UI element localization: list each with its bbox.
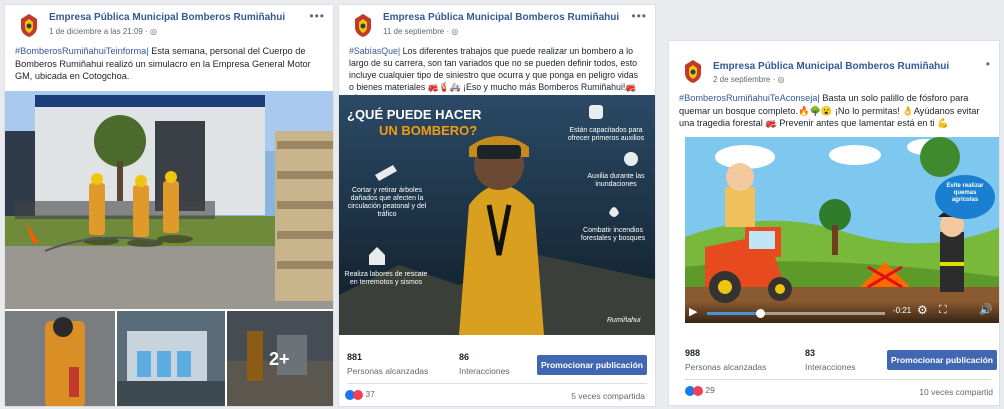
- video-time: -0:21: [893, 306, 912, 315]
- page-name[interactable]: Empresa Pública Municipal Bomberos Rumiñ…: [383, 12, 619, 23]
- video-progress-fill: [707, 312, 761, 315]
- more-options-icon[interactable]: •: [986, 57, 991, 71]
- post-date[interactable]: 2 de septiembre · ◎: [713, 75, 784, 84]
- divider: [685, 379, 991, 380]
- video-player[interactable]: Evite realizar quemas agrícolas ▶ -0:21 …: [685, 137, 999, 323]
- shares-count[interactable]: 10 veces compartid: [919, 387, 993, 397]
- interactions-count: 83: [805, 348, 816, 358]
- volume-icon[interactable]: 🔊: [979, 303, 993, 316]
- post-text: #BomberosRumiñahuiTeAconseja| Basta un s…: [679, 93, 980, 128]
- settings-gear-icon[interactable]: ⚙: [917, 303, 928, 317]
- more-options-icon[interactable]: •••: [631, 9, 647, 23]
- infographic-item-fires: Combatir incendios forestales y bosques: [580, 227, 646, 242]
- love-reaction-icon: [693, 385, 703, 396]
- more-photos-count[interactable]: 2+: [269, 349, 290, 370]
- post-photo-thumb-3[interactable]: 2+: [227, 311, 333, 406]
- post-date[interactable]: 1 de diciembre a las 21:09 · ◎: [49, 27, 157, 36]
- hashtag-link[interactable]: #SabíasQue|: [349, 46, 400, 56]
- video-progress-handle[interactable]: [756, 309, 766, 318]
- post-card-te-aconseja: Empresa Pública Municipal Bomberos Rumiñ…: [668, 40, 1000, 406]
- hashtag-link[interactable]: #BomberosRumiñahuiTeAconseja|: [679, 93, 820, 103]
- shares-count[interactable]: 5 veces compartida: [571, 391, 645, 401]
- reactions-summary[interactable]: 29: [685, 385, 715, 396]
- globe-icon: ◎: [451, 27, 459, 36]
- post-header: Empresa Pública Municipal Bomberos Rumiñ…: [5, 5, 333, 45]
- infographic-title-1: ¿QUÉ PUEDE HACER: [347, 107, 482, 122]
- infographic-item-rescue: Realiza labores de rescate en terremotos…: [344, 271, 428, 286]
- post-photo-thumb-1[interactable]: [5, 311, 115, 406]
- interactions-label: Interacciones: [459, 366, 510, 376]
- more-options-icon[interactable]: •••: [309, 9, 325, 23]
- globe-icon: ◎: [149, 27, 157, 36]
- page-name[interactable]: Empresa Pública Municipal Bomberos Rumiñ…: [713, 61, 949, 72]
- hashtag-link[interactable]: #BomberosRumiñahuiTeinforma|: [15, 46, 149, 56]
- post-date[interactable]: 11 de septiembre · ◎: [383, 27, 458, 36]
- infographic-title-2: UN BOMBERO?: [379, 123, 478, 138]
- divider: [347, 383, 647, 384]
- interactions-label: Interacciones: [805, 362, 856, 372]
- post-header: Empresa Pública Municipal Bomberos Rumiñ…: [339, 5, 655, 45]
- reach-label: Personas alcanzadas: [347, 366, 429, 376]
- infographic-item-trees: Cortar y retirar árboles dañados que afe…: [347, 187, 427, 218]
- video-progress-track[interactable]: [707, 309, 885, 318]
- reach-count: 988: [685, 348, 701, 358]
- interactions-count: 86: [459, 352, 470, 362]
- infographic-image[interactable]: ¿QUÉ PUEDE HACER UN BOMBERO? Están capac…: [339, 95, 655, 335]
- infographic-brand: Rumiñahui: [607, 317, 641, 324]
- page-logo-icon[interactable]: [349, 11, 377, 39]
- love-reaction-icon: [353, 389, 363, 400]
- infographic-item-first-aid: Están capacitados para ofrecer primeros …: [567, 127, 645, 142]
- post-photo-thumb-2[interactable]: [117, 311, 225, 406]
- promote-post-button[interactable]: Promocionar publicación: [537, 355, 647, 375]
- play-icon[interactable]: ▶: [689, 305, 697, 318]
- video-controls: ▶ -0:21 ⚙ ⛶ 🔊: [685, 301, 999, 323]
- post-card-sabias-que: Empresa Pública Municipal Bomberos Rumiñ…: [338, 4, 656, 407]
- globe-icon: ◎: [777, 75, 785, 84]
- fullscreen-icon[interactable]: ⛶: [939, 304, 947, 317]
- page-logo-icon[interactable]: [15, 11, 43, 39]
- post-header: Empresa Pública Municipal Bomberos Rumiñ…: [669, 41, 999, 87]
- post-card-simulacro: Empresa Pública Municipal Bomberos Rumiñ…: [4, 4, 334, 407]
- page-name[interactable]: Empresa Pública Municipal Bomberos Rumiñ…: [49, 12, 285, 23]
- promote-post-button[interactable]: Promocionar publicación: [887, 350, 997, 370]
- post-text: #BomberosRumiñahuiTeinforma| Esta semana…: [15, 46, 311, 81]
- reactions-summary[interactable]: 37: [345, 389, 375, 400]
- post-main-photo[interactable]: [5, 91, 333, 309]
- reach-count: 881: [347, 352, 363, 362]
- page-logo-icon[interactable]: [679, 57, 707, 85]
- reach-label: Personas alcanzadas: [685, 362, 767, 372]
- video-speech-bubble: Evite realizar quemas agrícolas: [946, 183, 984, 203]
- infographic-item-floods: Auxilia durante las inundaciones: [587, 173, 645, 188]
